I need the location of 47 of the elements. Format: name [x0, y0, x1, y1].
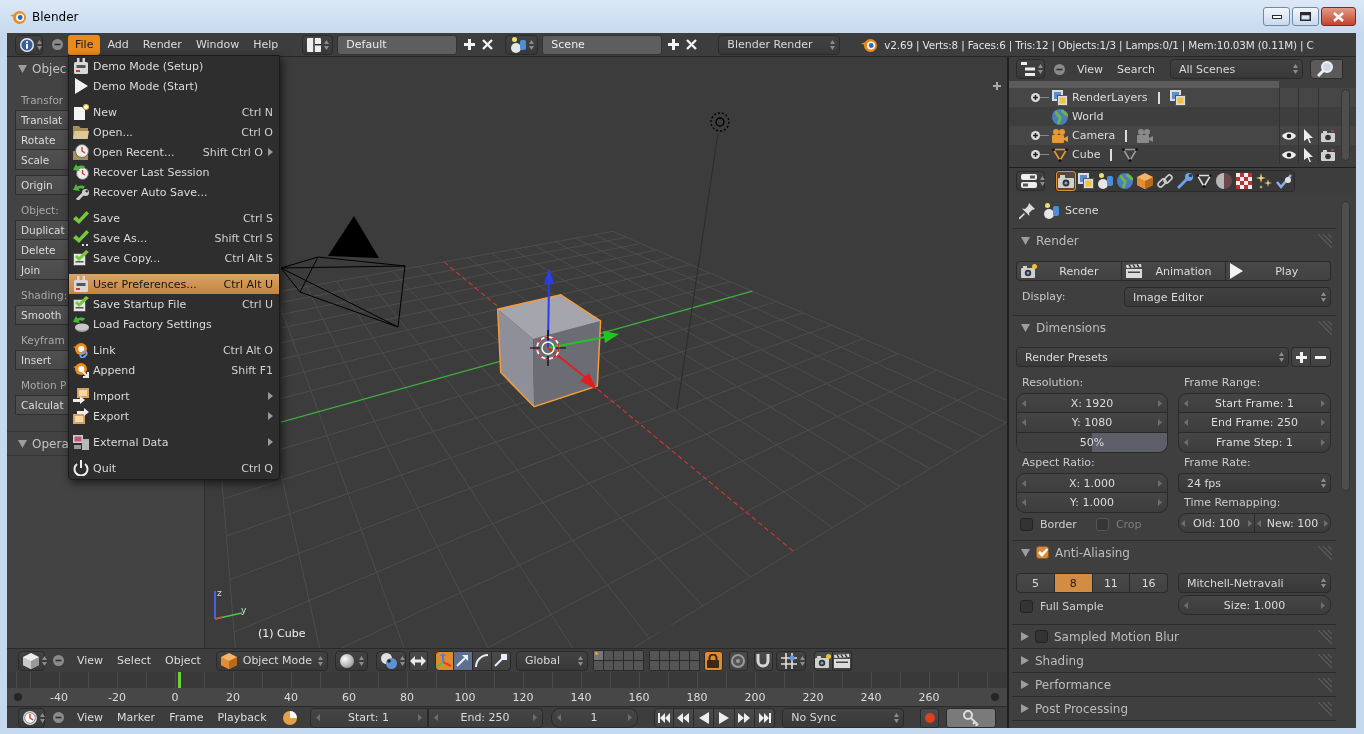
shortcut-label: Ctrl S	[242, 211, 273, 225]
frame-number: 220	[801, 690, 825, 704]
section-label: Keyfram	[20, 333, 65, 348]
frame-number: 160	[627, 690, 651, 704]
frame-number: 200	[743, 690, 767, 704]
frame-number: 240	[859, 690, 883, 704]
axis-label: y	[241, 605, 247, 615]
frame-number: 20	[225, 690, 241, 704]
window-title: Blender	[32, 9, 79, 24]
shortcut-label: Ctrl U	[241, 297, 273, 311]
context-label: Scene	[1065, 204, 1099, 217]
shortcut-label: Ctrl Alt S	[224, 251, 273, 265]
section-label: Transfor	[20, 93, 64, 108]
shortcut-label: Shift Ctrl O	[202, 145, 263, 159]
shortcut-label: Shift F1	[231, 363, 273, 377]
field-label: Resolution:	[1021, 375, 1085, 391]
frame-number: 260	[917, 690, 941, 704]
frame-number: 80	[399, 690, 415, 704]
scene-statistics: v2.69 | Verts:8 | Faces:6 | Tris:12 | Objects:1/3 | Lamps:0/1 | Mem:10.03M (0.11M) | C	[884, 38, 1314, 51]
section-label: Object:	[20, 203, 59, 218]
shortcut-label: Ctrl Alt O	[222, 343, 273, 357]
field-label: Frame Range:	[1183, 375, 1262, 391]
frame-number: 60	[341, 690, 357, 704]
frame-number: -20	[107, 690, 127, 704]
frame-number: 0	[170, 690, 180, 704]
checkbox-label: Crop	[1115, 517, 1142, 531]
section-label: Motion P	[20, 378, 67, 393]
shortcut-label: Shift Ctrl S	[214, 231, 273, 245]
frame-number: 180	[685, 690, 709, 704]
field-label: Frame Rate:	[1183, 455, 1252, 471]
axis-label: z	[217, 588, 222, 598]
shortcut-label: Ctrl Q	[241, 461, 273, 475]
field-label: Time Remapping:	[1183, 495, 1282, 511]
checkbox-label: Border	[1040, 517, 1077, 531]
field-label: Display:	[1021, 289, 1067, 305]
field-label: Aspect Ratio:	[1021, 455, 1096, 471]
frame-number: 140	[569, 690, 593, 704]
frame-number: 120	[511, 690, 535, 704]
frame-number: -40	[49, 690, 69, 704]
frame-number: 100	[453, 690, 477, 704]
active-object-label: (1) Cube	[258, 627, 306, 640]
checkbox-label: Full Sample	[1040, 599, 1104, 613]
shortcut-label: Ctrl N	[241, 105, 273, 119]
frame-number: 40	[283, 690, 299, 704]
section-label: Shading:	[20, 288, 68, 303]
shortcut-label: Ctrl Alt U	[223, 277, 273, 291]
shortcut-label: Ctrl O	[241, 125, 273, 139]
